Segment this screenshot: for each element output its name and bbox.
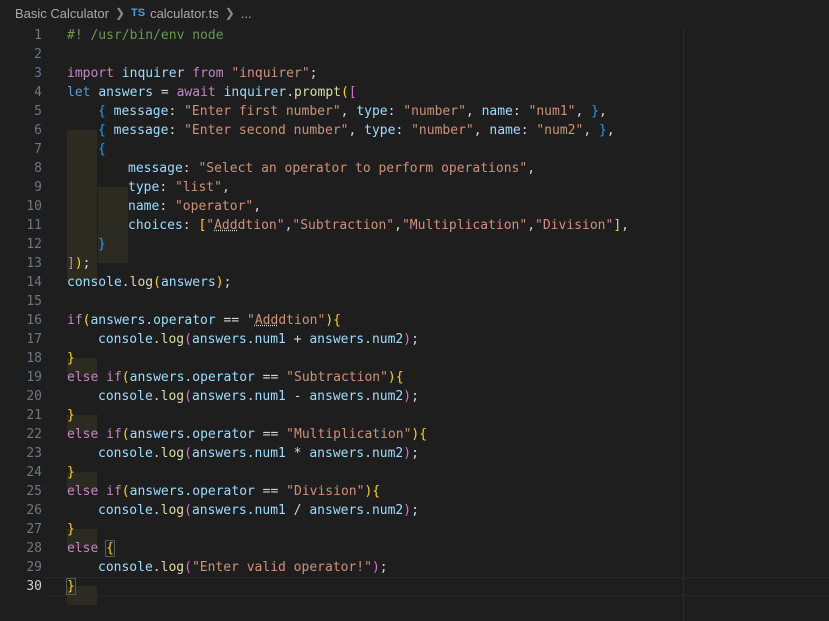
code-line[interactable]: ]);	[67, 254, 90, 273]
line-number: 17	[26, 332, 42, 347]
code-line[interactable]: console.log(answers.num1 / answers.num2)…	[98, 501, 419, 520]
line-number: 23	[26, 446, 42, 461]
indent-guide	[67, 225, 97, 244]
line-number: 29	[26, 560, 42, 575]
code-line[interactable]: }	[98, 235, 106, 254]
code-line[interactable]: console.log(answers.num1 * answers.num2)…	[98, 444, 419, 463]
breadcrumb: Basic Calculator ❯ TS calculator.ts ❯ ..…	[0, 0, 829, 26]
line-number: 14	[26, 275, 42, 290]
breadcrumb-folder[interactable]: Basic Calculator	[15, 6, 109, 21]
indent-guide	[67, 206, 97, 225]
code-line[interactable]: import inquirer from "inquirer";	[67, 64, 318, 83]
indent-guide	[67, 168, 97, 187]
line-number: 19	[26, 370, 42, 385]
code-line[interactable]: if(answers.operator == "Adddtion"){	[67, 311, 341, 330]
line-number: 3	[34, 66, 42, 81]
code-line[interactable]: choices: ["Adddtion","Subtraction","Mult…	[128, 216, 629, 235]
breadcrumb-file[interactable]: calculator.ts	[150, 6, 219, 21]
line-number: 27	[26, 522, 42, 537]
line-number-active: 30	[26, 579, 42, 594]
code-line[interactable]: {	[98, 140, 106, 159]
code-line[interactable]: else if(answers.operator == "Division"){	[67, 482, 380, 501]
current-line-highlight	[42, 577, 829, 596]
line-number: 7	[34, 142, 42, 157]
code-line[interactable]: else if(answers.operator == "Subtraction…	[67, 368, 404, 387]
code-line[interactable]: type: "list",	[128, 178, 230, 197]
line-number: 6	[34, 123, 42, 138]
indent-guide	[67, 130, 97, 149]
code-line[interactable]: console.log(answers.num1 + answers.num2)…	[98, 330, 419, 349]
line-number: 12	[26, 237, 42, 252]
code-line[interactable]: }	[67, 520, 75, 539]
breadcrumb-more[interactable]: ...	[241, 6, 252, 21]
line-number: 25	[26, 484, 42, 499]
editor-ruler	[683, 26, 684, 621]
code-line[interactable]: }	[67, 406, 75, 425]
code-line[interactable]: { message: "Enter second number", type: …	[98, 121, 615, 140]
code-line[interactable]: name: "operator",	[128, 197, 261, 216]
line-number: 16	[26, 313, 42, 328]
code-line[interactable]: console.log("Enter valid operator!");	[98, 558, 388, 577]
code-line[interactable]: message: "Select an operator to perform …	[128, 159, 535, 178]
line-number: 20	[26, 389, 42, 404]
indent-guide	[67, 187, 97, 206]
indent-guide	[98, 206, 128, 225]
line-number: 9	[34, 180, 42, 195]
chevron-right-icon: ❯	[224, 6, 235, 20]
code-line[interactable]: }	[67, 463, 75, 482]
code-line[interactable]: #! /usr/bin/env node	[67, 26, 224, 45]
code-line[interactable]: console.log(answers.num1 - answers.num2)…	[98, 387, 419, 406]
typescript-file-icon: TS	[131, 7, 146, 19]
line-number: 22	[26, 427, 42, 442]
line-number: 18	[26, 351, 42, 366]
code-line[interactable]: { message: "Enter first number", type: "…	[98, 102, 607, 121]
line-number: 5	[34, 104, 42, 119]
line-number: 15	[26, 294, 42, 309]
line-number: 10	[26, 199, 42, 214]
line-number: 11	[26, 218, 42, 233]
line-number: 26	[26, 503, 42, 518]
code-line[interactable]: else if(answers.operator == "Multiplicat…	[67, 425, 427, 444]
code-line[interactable]: }	[67, 349, 75, 368]
line-number: 4	[34, 85, 42, 100]
line-number: 2	[34, 47, 42, 62]
code-line[interactable]: let answers = await inquirer.prompt([	[67, 83, 357, 102]
line-number: 28	[26, 541, 42, 556]
chevron-right-icon: ❯	[114, 6, 125, 20]
code-line[interactable]: console.log(answers);	[67, 273, 231, 292]
code-line[interactable]: }	[66, 577, 76, 596]
code-line[interactable]: else {	[67, 539, 115, 558]
line-number: 21	[26, 408, 42, 423]
indent-guide	[67, 149, 97, 168]
line-number: 8	[34, 161, 42, 176]
line-number: 13	[26, 256, 42, 271]
code-editor[interactable]: 1 2 3 4 5 6 7 8 9 10 11 12 13 14 15 16 1…	[0, 26, 829, 621]
line-number: 1	[34, 28, 42, 43]
line-number: 24	[26, 465, 42, 480]
indent-guide	[98, 187, 128, 206]
